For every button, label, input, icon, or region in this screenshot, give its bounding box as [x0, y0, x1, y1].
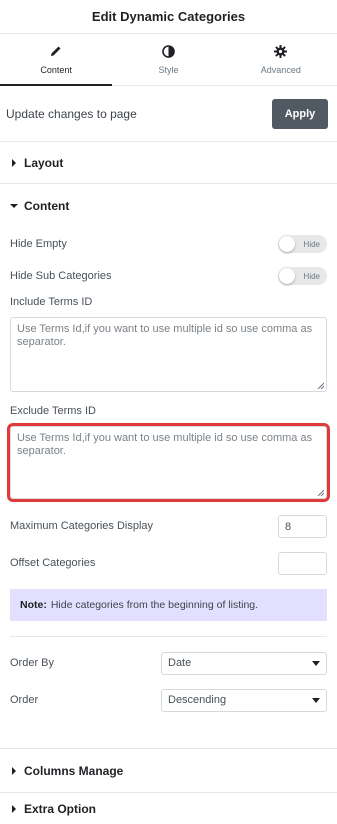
section-layout-title: Layout [24, 155, 64, 170]
tab-style-label: Style [158, 65, 179, 75]
apply-button[interactable]: Apply [272, 98, 328, 129]
exclude-terms-textarea[interactable]: Use Terms Id,if you want to use multiple… [7, 423, 330, 502]
order-by-value: Date [168, 657, 192, 669]
include-terms-placeholder: Use Terms Id,if you want to use multiple… [17, 323, 313, 348]
panel-title: Edit Dynamic Categories [91, 9, 246, 24]
note-box: Note: Hide categories from the beginning… [10, 589, 327, 621]
order-label: Order [10, 694, 39, 706]
tab-content[interactable]: Content [0, 34, 113, 86]
max-display-input[interactable]: 8 [278, 514, 327, 538]
gear-icon [274, 44, 288, 58]
hide-empty-switch[interactable]: Hide [278, 235, 327, 253]
order-by-row: Order By Date [0, 650, 337, 676]
caret-right-icon [10, 804, 18, 813]
section-content[interactable]: Content [0, 184, 337, 228]
section-columns-title: Columns Manage [24, 763, 124, 778]
hide-sub-row: Hide Sub Categories Hide [0, 260, 337, 292]
offset-row: Offset Categories [0, 547, 337, 579]
order-value: Descending [168, 694, 227, 706]
hide-sub-state: Hide [303, 271, 320, 281]
offset-input[interactable] [278, 551, 327, 575]
hide-sub-label: Hide Sub Categories [10, 270, 112, 282]
hide-empty-row: Hide Empty Hide [0, 228, 337, 260]
offset-label: Offset Categories [10, 557, 96, 569]
order-by-label: Order By [10, 657, 55, 669]
tab-bar: Content Style Advanced [0, 34, 337, 86]
section-layout[interactable]: Layout [0, 142, 337, 184]
pencil-icon [49, 44, 63, 58]
max-display-row: Maximum Categories Display 8 [0, 511, 337, 541]
include-terms-textarea[interactable]: Use Terms Id,if you want to use multiple… [10, 317, 327, 392]
contrast-icon [161, 44, 175, 58]
tab-advanced-label: Advanced [260, 65, 301, 75]
section-extra-option[interactable]: Extra Option [0, 792, 337, 824]
panel-header: Edit Dynamic Categories [0, 0, 337, 34]
exclude-terms-placeholder: Use Terms Id,if you want to use multiple… [17, 432, 313, 457]
exclude-terms-label: Exclude Terms ID [10, 405, 96, 417]
resize-handle-icon[interactable] [317, 489, 324, 496]
max-display-label: Maximum Categories Display [10, 520, 154, 532]
section-extra-title: Extra Option [24, 801, 97, 816]
switch-knob [279, 236, 295, 252]
tab-content-label: Content [40, 65, 72, 75]
order-by-select[interactable]: Date [161, 651, 327, 675]
switch-knob [279, 268, 295, 284]
chevron-down-icon [312, 660, 320, 666]
tab-style[interactable]: Style [112, 34, 224, 85]
apply-text: Update changes to page [6, 106, 137, 121]
divider [10, 636, 327, 637]
caret-down-icon [10, 202, 18, 210]
tab-advanced[interactable]: Advanced [225, 34, 337, 85]
note-bold: Note: [20, 599, 47, 611]
order-select[interactable]: Descending [161, 688, 327, 712]
apply-bar: Update changes to page Apply [0, 86, 337, 142]
section-content-title: Content [24, 199, 70, 213]
section-columns-manage[interactable]: Columns Manage [0, 748, 337, 792]
caret-right-icon [10, 158, 18, 167]
order-row: Order Descending [0, 687, 337, 713]
include-terms-label: Include Terms ID [10, 296, 93, 308]
hide-sub-switch[interactable]: Hide [278, 267, 327, 285]
hide-empty-state: Hide [303, 239, 320, 249]
resize-handle-icon[interactable] [317, 382, 324, 389]
caret-right-icon [10, 766, 18, 775]
note-text: Hide categories from the beginning of li… [50, 599, 259, 611]
hide-empty-label: Hide Empty [10, 238, 67, 250]
chevron-down-icon [312, 697, 320, 703]
